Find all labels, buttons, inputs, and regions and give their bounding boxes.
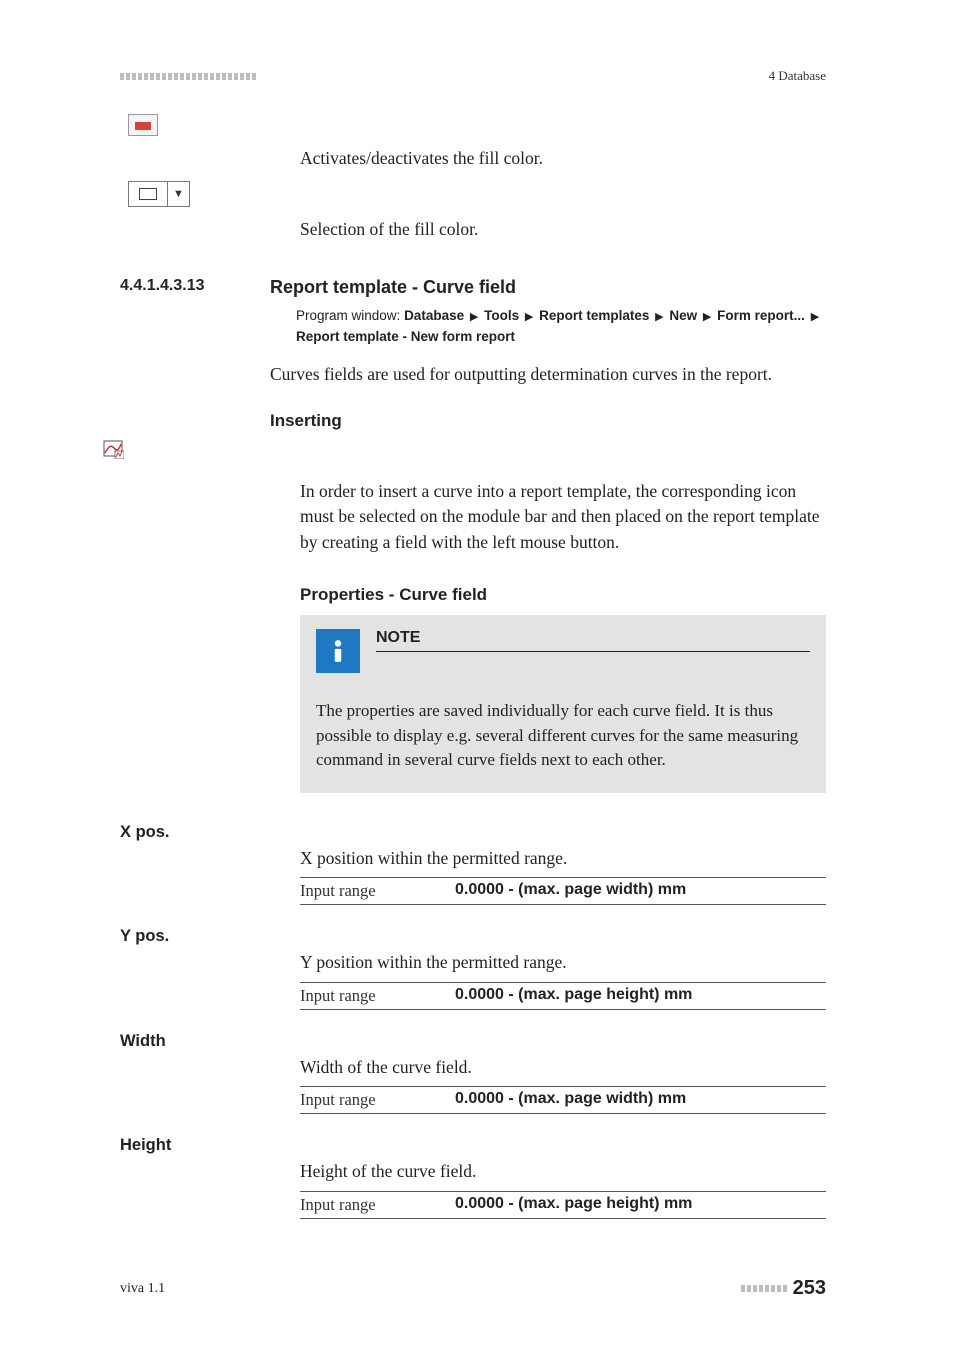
range-label: Input range xyxy=(300,881,455,901)
breadcrumb-item: Report templates xyxy=(539,308,649,323)
color-swatch-icon xyxy=(129,182,167,206)
range-label: Input range xyxy=(300,1090,455,1110)
note-box: NOTE The properties are saved individual… xyxy=(300,615,826,793)
fill-color-activate-text: Activates/deactivates the fill color. xyxy=(300,146,826,171)
prop-width-label: Width xyxy=(120,1032,166,1050)
section-intro: Curves fields are used for outputting de… xyxy=(270,362,826,387)
fill-color-picker[interactable]: ▼ xyxy=(128,181,190,207)
curve-field-icon[interactable] xyxy=(102,439,124,459)
breadcrumb-separator-icon: ▶ xyxy=(653,311,665,323)
footer-version: viva 1.1 xyxy=(120,1281,165,1297)
info-icon xyxy=(316,629,360,673)
breadcrumb-item: Tools xyxy=(484,308,519,323)
inserting-heading: Inserting xyxy=(270,411,826,431)
prop-ypos-range: Input range 0.0000 - (max. page height) … xyxy=(300,982,826,1010)
range-label: Input range xyxy=(300,1195,455,1215)
prop-ypos-desc: Y position within the permitted range. xyxy=(300,950,826,975)
section-title: Report template - Curve field xyxy=(270,277,516,297)
range-label: Input range xyxy=(300,986,455,1006)
prop-height-label: Height xyxy=(120,1136,171,1154)
breadcrumb-item: Form report... xyxy=(717,308,805,323)
prop-height-desc: Height of the curve field. xyxy=(300,1159,826,1184)
breadcrumb-separator-icon: ▶ xyxy=(809,311,821,323)
properties-heading: Properties - Curve field xyxy=(300,585,826,605)
breadcrumb-item: New xyxy=(669,308,697,323)
prop-height-range: Input range 0.0000 - (max. page height) … xyxy=(300,1191,826,1219)
breadcrumb-separator-icon: ▶ xyxy=(468,311,480,323)
range-value: 0.0000 - (max. page height) mm xyxy=(455,986,826,1006)
breadcrumb-separator-icon: ▶ xyxy=(701,311,713,323)
prop-width-range: Input range 0.0000 - (max. page width) m… xyxy=(300,1086,826,1114)
inserting-body: In order to insert a curve into a report… xyxy=(300,479,826,555)
section-number: 4.4.1.4.3.13 xyxy=(120,277,205,294)
note-body: The properties are saved individually fo… xyxy=(316,699,810,773)
range-value: 0.0000 - (max. page width) mm xyxy=(455,881,826,901)
prop-xpos-desc: X position within the permitted range. xyxy=(300,846,826,871)
prop-width-desc: Width of the curve field. xyxy=(300,1055,826,1080)
breadcrumb-prefix: Program window: xyxy=(296,308,400,323)
page-number: 253 xyxy=(793,1277,826,1300)
range-value: 0.0000 - (max. page width) mm xyxy=(455,1090,826,1110)
header-chapter-label: 4 Database xyxy=(769,68,826,84)
fill-color-select-text: Selection of the fill color. xyxy=(300,217,826,242)
range-value: 0.0000 - (max. page height) mm xyxy=(455,1195,826,1215)
fill-color-toggle-icon[interactable] xyxy=(128,114,158,136)
prop-xpos-label: X pos. xyxy=(120,823,170,841)
breadcrumb: Program window: Database ▶ Tools ▶ Repor… xyxy=(296,306,826,348)
breadcrumb-item: Database xyxy=(404,308,464,323)
breadcrumb-separator-icon: ▶ xyxy=(523,311,535,323)
chevron-down-icon: ▼ xyxy=(167,182,189,206)
prop-ypos-label: Y pos. xyxy=(120,927,169,945)
breadcrumb-item: Report template - New form report xyxy=(296,329,515,344)
prop-xpos-range: Input range 0.0000 - (max. page width) m… xyxy=(300,877,826,905)
note-title: NOTE xyxy=(376,629,420,653)
header-decoration xyxy=(120,73,256,80)
footer-decoration xyxy=(741,1285,787,1292)
